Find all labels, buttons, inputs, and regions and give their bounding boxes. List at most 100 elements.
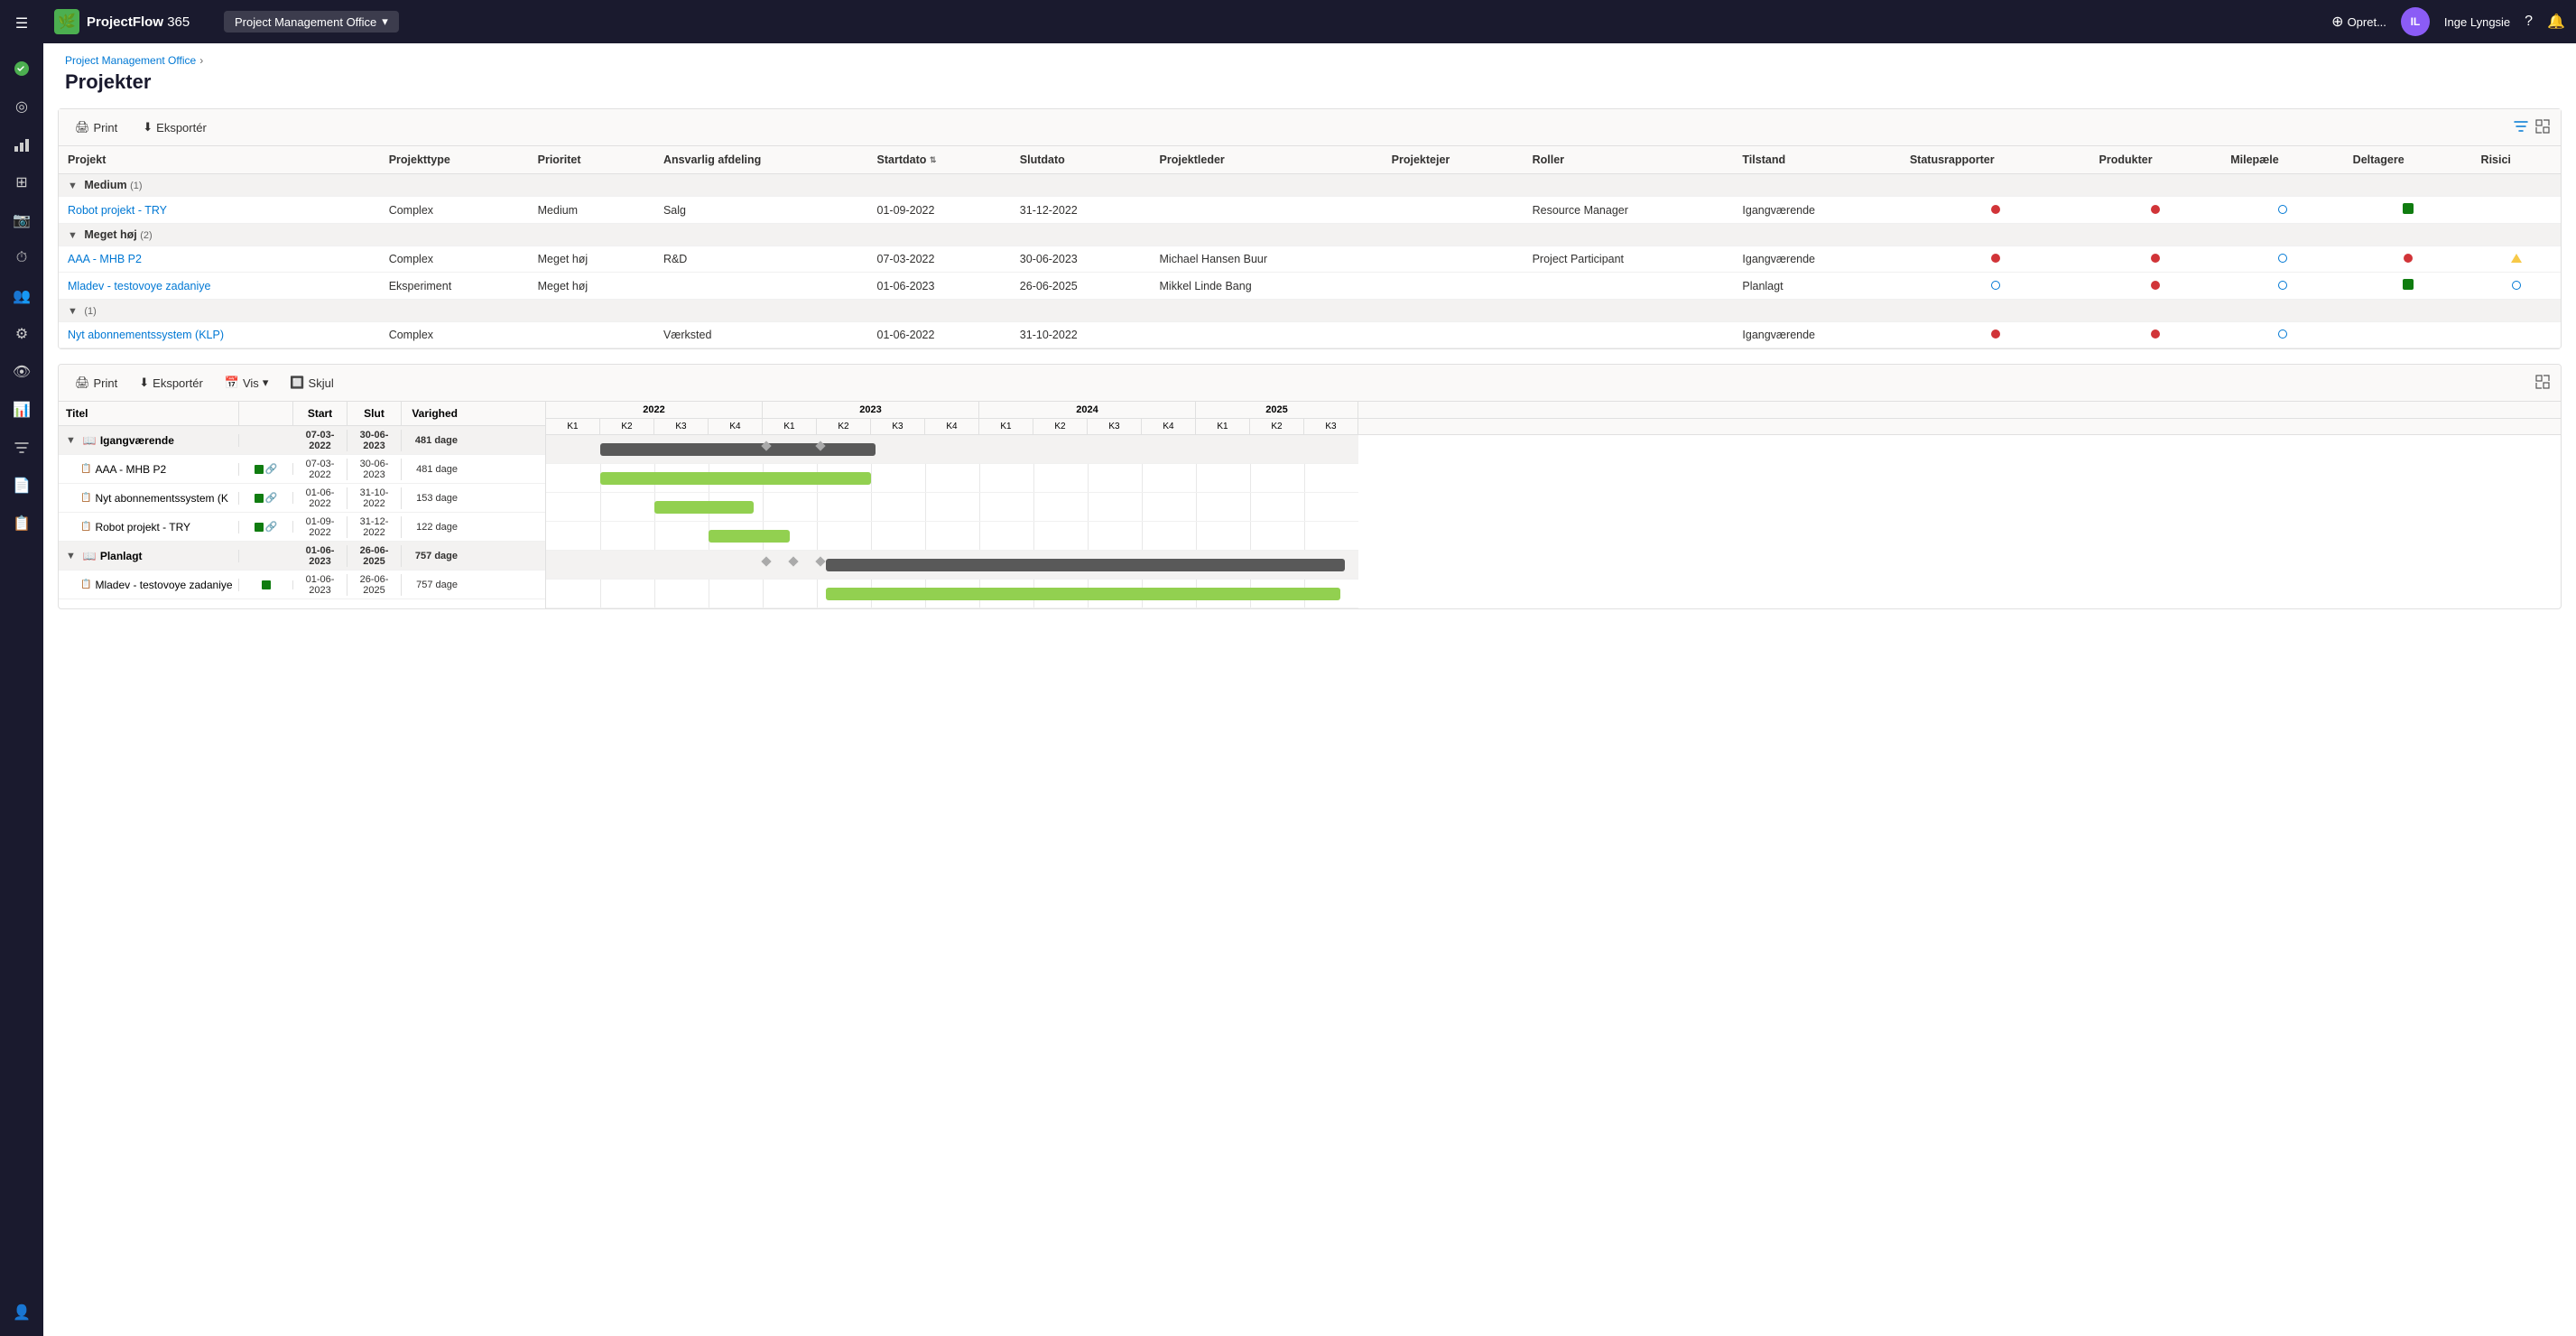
cell-ejer: [1383, 197, 1524, 224]
col-tilstand[interactable]: Tilstand: [1733, 146, 1900, 174]
gantt-quarter-row: K1 K2 K3 K4 K1 K2 K3 K4 K1 K2 K3 K4: [546, 419, 2561, 434]
gantt-year-2022: 2022: [546, 402, 763, 418]
clock-icon[interactable]: ⏱: [5, 242, 38, 274]
grid-icon[interactable]: ⊞: [5, 166, 38, 199]
gantt-book-icon4: 📋: [80, 522, 91, 532]
cell-afdeling: [654, 273, 868, 300]
target-icon[interactable]: ◎: [5, 90, 38, 123]
cell-afdeling: R&D: [654, 246, 868, 273]
gantt-group-expand-igangvaerende[interactable]: ▼: [66, 435, 76, 446]
breadcrumb[interactable]: Project Management Office ›: [65, 54, 2554, 67]
cell-projekttype: Complex: [380, 197, 529, 224]
chart-bar-icon[interactable]: [5, 128, 38, 161]
gantt-vis-label: Vis: [243, 376, 259, 390]
col-leder[interactable]: Projektleder: [1151, 146, 1383, 174]
col-milepæle[interactable]: Milepæle: [2221, 146, 2343, 174]
group-row-medium: ▼ Medium (1): [59, 174, 2561, 197]
col-slutdato[interactable]: Slutdato: [1011, 146, 1151, 174]
gantt-export-button[interactable]: ⬇ Eksportér: [134, 372, 208, 394]
app-logo: 🌿 ProjectFlow 365: [54, 9, 217, 34]
gantt-chain-icon: 🔗: [265, 463, 278, 475]
gantt-group-row-planlagt: ▼ 📖 Planlagt 01-06-2023 26-06-2025 757 d…: [59, 542, 545, 571]
gantt-expand-icon[interactable]: [2535, 375, 2550, 392]
gantt-section: 🖨 Print ⬇ Eksportér 📅 Vis ▾ 🔲 Skjul: [58, 364, 2562, 609]
gantt-group-start-planlagt: 01-06-2023: [293, 545, 347, 567]
cell-statusrapporter: [1901, 197, 2090, 224]
cell-slutdato: 30-06-2023: [1011, 246, 1151, 273]
gantt-q3-2024: K3: [1088, 419, 1142, 434]
cell-roller: [1524, 322, 1734, 348]
gantt-group-slut: 30-06-2023: [347, 430, 402, 451]
gantt-varighed-robot: 122 dage: [402, 522, 465, 533]
gantt-group-expand-planlagt[interactable]: ▼: [66, 551, 76, 561]
gantt-header-indicators: [239, 402, 293, 425]
col-statusrapporter[interactable]: Statusrapporter: [1901, 146, 2090, 174]
gantt-q4-2023: K4: [925, 419, 979, 434]
gantt-book-icon2: 📋: [80, 464, 91, 474]
group-expand-medium[interactable]: ▼: [68, 181, 78, 191]
gantt-header-slut: Slut: [347, 402, 402, 425]
people-icon[interactable]: 👥: [5, 280, 38, 312]
settings-icon[interactable]: ⚙: [5, 318, 38, 350]
col-deltagere[interactable]: Deltagere: [2344, 146, 2472, 174]
col-produkter[interactable]: Produkter: [2090, 146, 2222, 174]
report-icon[interactable]: 📊: [5, 394, 38, 426]
filter-nav-icon[interactable]: [5, 431, 38, 464]
filter-icon[interactable]: [2514, 119, 2528, 136]
gantt-skjul-button[interactable]: 🔲 Skjul: [284, 372, 338, 394]
group-expand-unnamed[interactable]: ▼: [68, 306, 78, 317]
gantt-year-2023: 2023: [763, 402, 979, 418]
col-afdeling[interactable]: Ansvarlig afdeling: [654, 146, 868, 174]
gantt-book-icon6: 📋: [80, 580, 91, 589]
status-sq-green4: [262, 580, 271, 589]
gantt-varighed-nyt: 153 dage: [402, 493, 465, 504]
project-link-mladev[interactable]: Mladev - testovoye zadaniye: [68, 280, 210, 292]
col-roller[interactable]: Roller: [1524, 146, 1734, 174]
cell-roller: Resource Manager: [1524, 197, 1734, 224]
home-icon[interactable]: [5, 52, 38, 85]
project-link-nyt[interactable]: Nyt abonnementssystem (KLP): [68, 329, 224, 341]
create-button[interactable]: ⊕ Opret...: [2331, 13, 2386, 31]
project-link-robot[interactable]: Robot projekt - TRY: [68, 204, 167, 217]
col-projekttype[interactable]: Projekttype: [380, 146, 529, 174]
status-sq-green: [255, 465, 264, 474]
expand-table-icon[interactable]: [2535, 119, 2550, 136]
help-icon[interactable]: ?: [2525, 14, 2533, 30]
users-nav-icon[interactable]: 👤: [5, 1296, 38, 1329]
col-ejer[interactable]: Projektejer: [1383, 146, 1524, 174]
vis-dropdown-arrow: ▾: [263, 376, 269, 390]
gantt-vis-button[interactable]: 📅 Vis ▾: [219, 372, 274, 394]
notifications-icon[interactable]: 🔔: [2547, 13, 2565, 31]
table-row: Robot projekt - TRY Complex Medium Salg …: [59, 197, 2561, 224]
col-risici[interactable]: Risici: [2472, 146, 2561, 174]
gantt-book-icon: 📖: [83, 434, 97, 447]
hamburger-menu-icon[interactable]: ☰: [5, 7, 38, 40]
eye-icon[interactable]: 👁: [5, 356, 38, 388]
group-row-unnamed: ▼ (1): [59, 300, 2561, 322]
cell-tilstand: Igangværende: [1733, 322, 1900, 348]
document2-icon[interactable]: 📋: [5, 507, 38, 540]
calendar-icon: 📅: [225, 376, 239, 390]
gantt-indicators-aaa: 🔗: [239, 463, 293, 475]
export-button[interactable]: ⬇ Eksportér: [137, 116, 212, 138]
gantt-print-button[interactable]: 🖨 Print: [69, 372, 123, 394]
gantt-q1-2023: K1: [763, 419, 817, 434]
site-breadcrumb[interactable]: Project Management Office ▾: [224, 11, 399, 32]
gantt-diamond-3: [761, 556, 771, 566]
group-expand-megethøj[interactable]: ▼: [68, 230, 78, 241]
avatar[interactable]: IL: [2401, 7, 2430, 36]
main-area: 🌿 ProjectFlow 365 Project Management Off…: [43, 0, 2576, 1336]
cell-roller: [1524, 273, 1734, 300]
print-button[interactable]: 🖨 Print: [69, 116, 123, 138]
gantt-group-title-igangvaerende: ▼ 📖 Igangværende: [59, 434, 239, 447]
gantt-export-icon: ⬇: [139, 376, 149, 390]
document-icon[interactable]: 📄: [5, 469, 38, 502]
project-link-aaa[interactable]: AAA - MHB P2: [68, 253, 142, 265]
col-prioritet[interactable]: Prioritet: [529, 146, 654, 174]
cell-projekttype: Complex: [380, 246, 529, 273]
group-count-unnamed: (1): [84, 306, 96, 317]
cell-milepæle: [2221, 246, 2343, 273]
camera-icon[interactable]: 📷: [5, 204, 38, 237]
col-startdato[interactable]: Startdato ⇅: [868, 146, 1011, 174]
col-projekt[interactable]: Projekt: [59, 146, 380, 174]
